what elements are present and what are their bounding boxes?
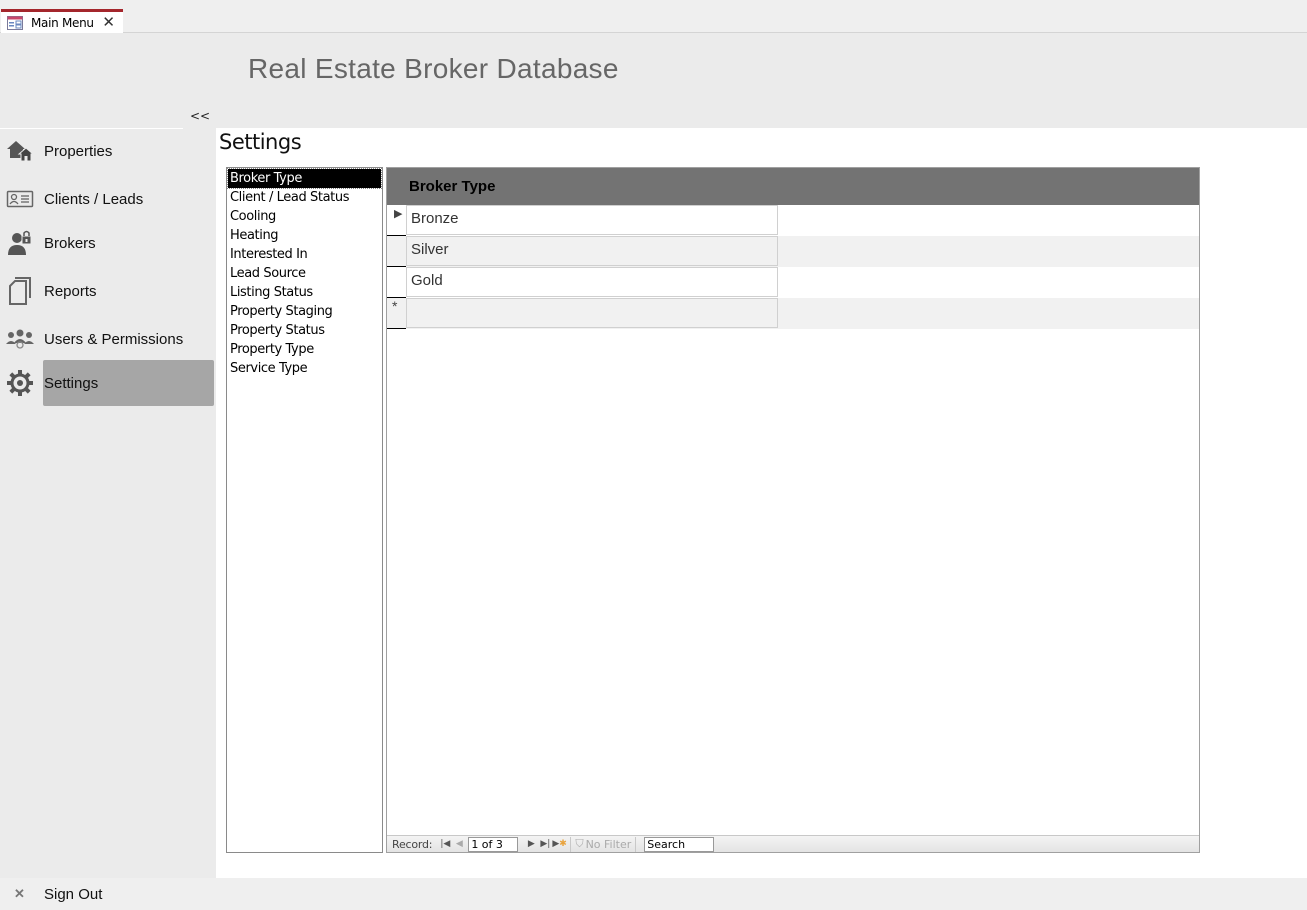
collapse-nav-button[interactable]: << xyxy=(190,109,210,123)
broker-type-field[interactable]: Bronze xyxy=(406,205,778,235)
first-record-button[interactable]: |◀ xyxy=(438,839,452,849)
nav-label: Brokers xyxy=(44,234,96,252)
nav-item-users-permissions[interactable]: Users & Permissions xyxy=(0,316,216,362)
record-selector[interactable] xyxy=(387,267,406,298)
nav-label: Clients / Leads xyxy=(44,190,144,208)
broker-type-field[interactable]: Gold xyxy=(406,267,778,297)
record-selector[interactable] xyxy=(387,236,406,267)
sign-out-button[interactable]: ✕ Sign Out xyxy=(0,878,216,910)
list-item[interactable]: Lead Source xyxy=(228,264,381,283)
document-tab-strip: Main Menu ✕ xyxy=(0,0,1307,33)
current-record-icon: ▶ xyxy=(394,208,403,220)
nav-item-clients-leads[interactable]: Clients / Leads xyxy=(0,176,216,222)
user-group-icon xyxy=(6,325,34,353)
table-row: ▶ Bronze xyxy=(387,205,1199,236)
app-title: Real Estate Broker Database xyxy=(248,53,619,84)
last-record-button[interactable]: ▶| xyxy=(538,839,552,849)
houses-icon xyxy=(6,137,34,165)
next-record-button[interactable]: ▶ xyxy=(524,839,538,849)
broker-type-field[interactable]: Silver xyxy=(406,236,778,266)
broker-type-field-new[interactable] xyxy=(406,298,778,328)
table-row: Gold xyxy=(387,267,1199,298)
list-item[interactable]: Cooling xyxy=(228,207,381,226)
nav-item-reports[interactable]: Reports xyxy=(0,268,216,314)
settings-category-listbox[interactable]: Broker Type Client / Lead Status Cooling He… xyxy=(226,167,383,853)
report-pages-icon xyxy=(6,277,34,305)
nav-label: Users & Permissions xyxy=(44,330,184,348)
broker-type-subform: Broker Type ▶ Bronze Silver Gold * Recor… xyxy=(386,167,1200,853)
list-item[interactable]: Property Staging xyxy=(228,302,381,321)
list-item[interactable]: Property Type xyxy=(228,340,381,359)
form-header: Real Estate Broker Database << xyxy=(0,33,1307,128)
list-item[interactable]: Client / Lead Status xyxy=(228,188,381,207)
nav-item-properties[interactable]: Properties xyxy=(0,128,216,174)
list-item[interactable]: Property Status xyxy=(228,321,381,340)
main-menu-form: Real Estate Broker Database << Propertie… xyxy=(0,33,1307,903)
filter-label: No Filter xyxy=(585,837,632,851)
record-selector[interactable]: ▶ xyxy=(387,205,406,236)
record-label: Record: xyxy=(392,837,433,851)
list-item[interactable]: Heating xyxy=(228,226,381,245)
filter-icon: ⛉ xyxy=(575,837,584,850)
sign-out-label: Sign Out xyxy=(44,886,103,903)
broker-lock-icon xyxy=(6,229,34,257)
close-x-icon: ✕ xyxy=(14,886,25,901)
list-item[interactable]: Interested In xyxy=(228,245,381,264)
subform-header: Broker Type xyxy=(387,168,1199,205)
nav-item-settings[interactable]: Settings xyxy=(0,360,216,406)
new-record-button[interactable]: ▶✱ xyxy=(552,839,566,849)
list-item[interactable]: Broker Type xyxy=(227,168,382,189)
table-row: Silver xyxy=(387,236,1199,267)
divider xyxy=(635,836,637,852)
navigation-pane: Properties Clients / Leads Brokers Repor… xyxy=(0,128,216,903)
record-selector[interactable]: * xyxy=(387,298,406,329)
tab-main-menu[interactable]: Main Menu ✕ xyxy=(1,9,123,33)
filter-toggle[interactable]: ⛉ No Filter xyxy=(575,837,631,851)
list-item[interactable]: Listing Status xyxy=(228,283,381,302)
column-header-broker-type: Broker Type xyxy=(409,178,496,195)
contact-card-icon xyxy=(6,185,34,213)
new-record-icon: * xyxy=(392,298,398,314)
nav-label: Properties xyxy=(44,142,113,160)
form-icon xyxy=(7,15,23,30)
divider xyxy=(570,836,572,852)
page-title: Settings xyxy=(219,130,302,154)
gear-icon xyxy=(6,369,34,397)
previous-record-button[interactable]: ◀ xyxy=(452,839,466,849)
nav-label: Settings xyxy=(44,374,99,392)
new-record-row: * xyxy=(387,298,1199,329)
record-navigation-bar: Record: |◀ ◀ 1 of 3 ▶ ▶| ▶✱ ⛉ No Filter … xyxy=(387,835,1199,852)
nav-label: Reports xyxy=(44,282,97,300)
list-item[interactable]: Service Type xyxy=(228,359,381,378)
nav-item-brokers[interactable]: Brokers xyxy=(0,220,216,266)
current-record-input[interactable]: 1 of 3 xyxy=(468,836,519,852)
search-input[interactable]: Search xyxy=(644,836,715,852)
tab-label: Main Menu xyxy=(31,15,94,30)
close-icon[interactable]: ✕ xyxy=(102,13,115,31)
